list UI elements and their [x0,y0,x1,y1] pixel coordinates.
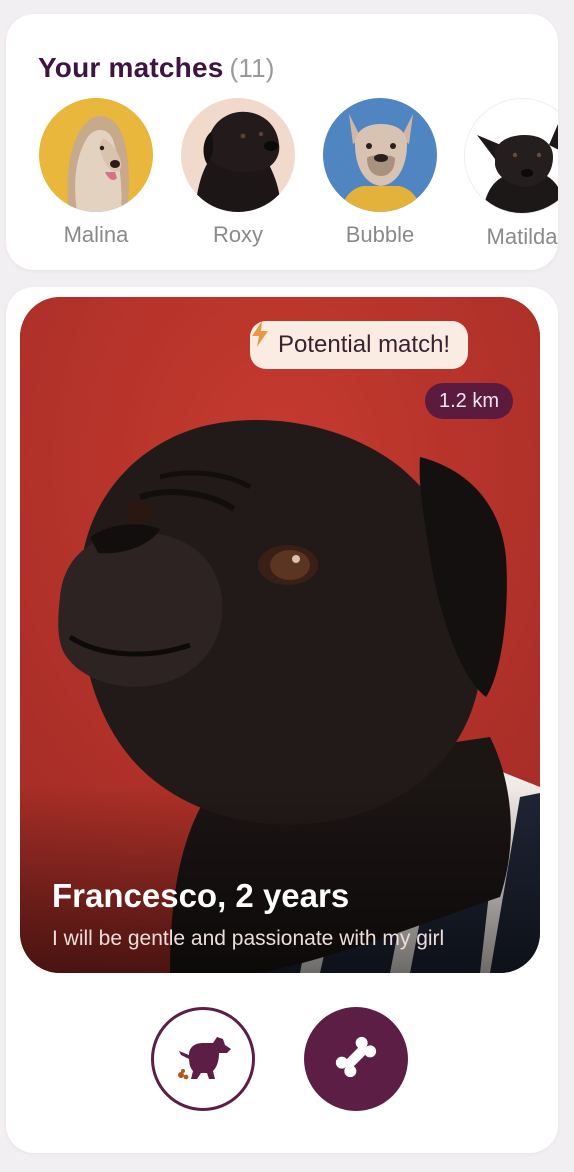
match-item-matilda[interactable]: Matilda [462,98,558,250]
black-labrador-avatar[interactable] [181,98,295,212]
match-name: Bubble [345,222,415,247]
match-item-bubble[interactable]: Bubble [320,98,440,248]
match-name: Matilda [486,224,558,249]
profile-card: Potential match! 1.2 km Francesco, 2 yea… [6,287,558,1153]
black-shepherd-avatar[interactable] [464,98,558,214]
match-name: Roxy [212,222,264,247]
distance-badge: 1.2 km [425,383,514,419]
like-button[interactable] [304,1007,408,1111]
matches-title: Your matches (11) [38,52,275,84]
bone-icon [332,1033,380,1086]
matches-section: Your matches (11) Malina Roxy Bubble Mat… [6,14,558,270]
profile-bio: I will be gentle and passionate with my … [52,927,445,950]
potential-match-label: Potential match! [278,331,451,358]
match-item-malina[interactable]: Malina [36,98,156,248]
dog-poop-icon [175,1033,231,1086]
afghan-hound-avatar[interactable] [39,98,153,212]
potential-match-badge: Potential match! [250,321,469,369]
match-name: Malina [63,222,129,247]
profile-photo[interactable]: Potential match! 1.2 km Francesco, 2 yea… [20,297,540,973]
pass-button[interactable] [151,1007,255,1111]
matches-count: (11) [229,53,275,83]
match-item-roxy[interactable]: Roxy [178,98,298,248]
french-bulldog-avatar[interactable] [323,98,437,212]
profile-name: Francesco, 2 years [52,877,350,914]
matches-title-text: Your matches [38,52,224,83]
